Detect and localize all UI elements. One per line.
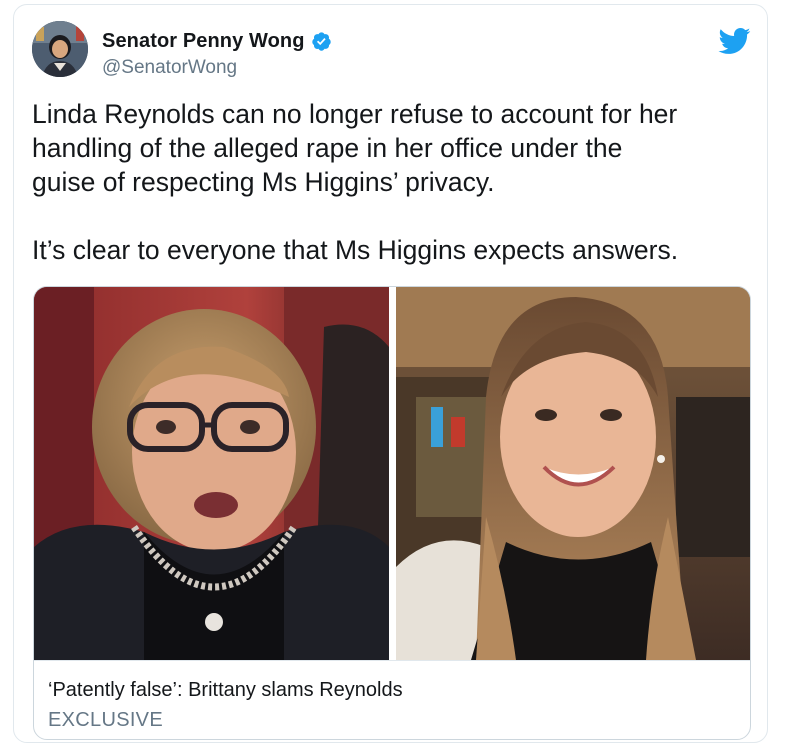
card-title[interactable]: ‘Patently false’: Brittany slams Reynold…: [48, 679, 403, 702]
photo-woman-smiling[interactable]: [396, 287, 750, 660]
card-photos[interactable]: [34, 287, 750, 660]
avatar[interactable]: [32, 21, 88, 77]
tweet-text: Linda Reynolds can no longer refuse to a…: [32, 99, 679, 265]
tweet-header: Senator Penny Wong @SenatorWong: [32, 19, 751, 79]
twitter-bird-icon[interactable]: [717, 27, 751, 55]
card-meta[interactable]: ‘Patently false’: Brittany slams Reynold…: [34, 660, 750, 739]
photo-divider: [389, 287, 396, 660]
avatar-image: [32, 21, 88, 77]
verified-badge-icon: [311, 31, 331, 51]
link-preview-card[interactable]: ‘Patently false’: Brittany slams Reynold…: [33, 286, 751, 740]
author-name-row[interactable]: Senator Penny Wong: [102, 29, 332, 53]
author-handle[interactable]: @SenatorWong: [102, 57, 237, 79]
photo-right-image: [396, 287, 750, 660]
photo-woman-speaking-senate[interactable]: [34, 287, 389, 660]
photo-left-image: [34, 287, 389, 660]
tweet-card[interactable]: Senator Penny Wong @SenatorWong Linda Re…: [13, 4, 768, 743]
author-display-name[interactable]: Senator Penny Wong: [102, 30, 305, 53]
card-tag: EXCLUSIVE: [48, 709, 163, 731]
